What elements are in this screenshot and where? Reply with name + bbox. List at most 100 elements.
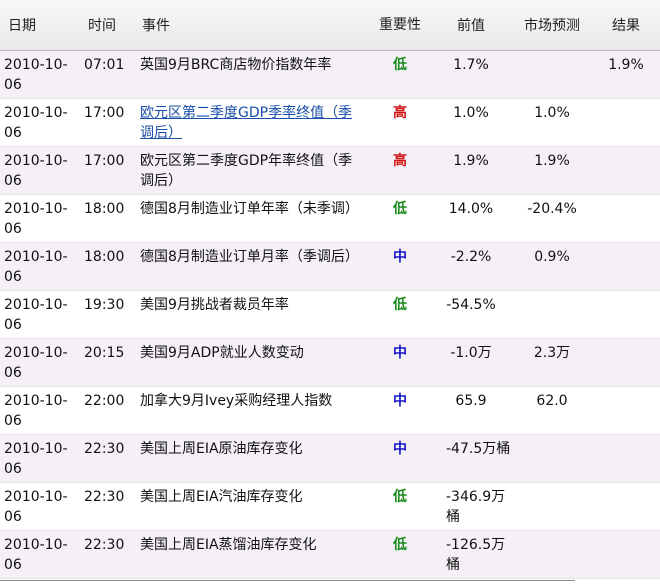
row-importance: 中	[370, 386, 430, 435]
row-time: 22:30	[78, 434, 134, 483]
row-time: 20:15	[78, 338, 134, 387]
row-forecast: 1.0%	[512, 98, 592, 147]
row-result	[592, 386, 660, 435]
row-result: 1.9%	[592, 50, 660, 99]
row-date: 2010-10-06	[0, 98, 78, 147]
row-importance: 高	[370, 98, 430, 147]
row-previous: -126.5万桶	[430, 530, 512, 579]
header-event: 事件	[134, 0, 370, 51]
row-time: 17:00	[78, 146, 134, 195]
row-time: 18:00	[78, 242, 134, 291]
table-row: 2010-10-06 22:30 美国上周EIA蒸馏油库存变化 低 -126.5万桶	[0, 530, 660, 579]
table-body: 2010-10-06 07:01 英国9月BRC商店物价指数年率低 1.7% 1.9% 2…	[0, 50, 660, 579]
header-forecast: 市场预测	[512, 0, 592, 51]
row-time: 22:00	[78, 386, 134, 435]
row-previous: -47.5万桶	[430, 434, 512, 483]
row-result	[592, 530, 660, 579]
row-result	[592, 194, 660, 243]
header-row: 日期 时间 事件 重要性 前值 市场预测 结果	[0, 0, 660, 51]
row-time: 22:30	[78, 482, 134, 531]
row-time: 17:00	[78, 98, 134, 147]
row-importance: 高	[370, 146, 430, 195]
row-forecast	[512, 482, 592, 531]
event-label: 德国8月制造业订单月率（季调后）	[140, 248, 359, 265]
row-forecast: 2.3万	[512, 338, 592, 387]
table-row: 2010-10-06 20:15 美国9月ADP就业人数变动 中 -1.0万 2.3万	[0, 338, 660, 387]
row-importance: 低	[370, 50, 430, 99]
row-forecast	[512, 50, 592, 99]
header-previous: 前值	[430, 0, 512, 51]
event-label: 美国上周EIA汽油库存变化	[140, 488, 303, 505]
table-row: 2010-10-06 22:30 美国上周EIA汽油库存变化 低 -346.9万桶	[0, 482, 660, 531]
row-result	[592, 290, 660, 339]
header-importance: 重要性	[370, 0, 430, 51]
row-previous: -1.0万	[430, 338, 512, 387]
row-importance: 低	[370, 482, 430, 531]
row-date: 2010-10-06	[0, 482, 78, 531]
row-result	[592, 434, 660, 483]
row-importance: 中	[370, 434, 430, 483]
table-row: 2010-10-06 19:30 美国9月挑战者裁员年率 低 -54.5%	[0, 290, 660, 339]
row-date: 2010-10-06	[0, 530, 78, 579]
row-forecast: 62.0	[512, 386, 592, 435]
table-bottom-divider	[0, 580, 575, 581]
row-forecast	[512, 434, 592, 483]
table-row: 2010-10-06 17:00 欧元区第二季度GDP年率终值（季调后）高 1.9% 1…	[0, 146, 660, 195]
row-importance: 中	[370, 338, 430, 387]
row-importance: 低	[370, 194, 430, 243]
row-date: 2010-10-06	[0, 242, 78, 291]
event-label: 英国9月BRC商店物价指数年率	[140, 56, 332, 73]
row-time: 18:00	[78, 194, 134, 243]
row-event: 美国上周EIA原油库存变化	[134, 434, 370, 483]
row-date: 2010-10-06	[0, 146, 78, 195]
row-date: 2010-10-06	[0, 194, 78, 243]
row-event: 美国9月ADP就业人数变动	[134, 338, 370, 387]
event-label: 美国9月挑战者裁员年率	[140, 296, 289, 313]
row-event: 美国上周EIA蒸馏油库存变化	[134, 530, 370, 579]
row-event: 美国9月挑战者裁员年率	[134, 290, 370, 339]
row-event: 德国8月制造业订单月率（季调后）	[134, 242, 370, 291]
header-result: 结果	[592, 0, 660, 51]
row-event: 美国上周EIA汽油库存变化	[134, 482, 370, 531]
row-previous: 14.0%	[430, 194, 512, 243]
economic-calendar: 日期 时间 事件 重要性 前值 市场预测 结果 2010-10-06 07:01 英…	[0, 0, 660, 588]
row-event: 德国8月制造业订单年率（未季调）	[134, 194, 370, 243]
row-event: 加拿大9月Ivey采购经理人指数	[134, 386, 370, 435]
row-time: 07:01	[78, 50, 134, 99]
table-row: 2010-10-06 07:01 英国9月BRC商店物价指数年率 低 1.7% 1.9%	[0, 50, 660, 99]
event-label: 美国上周EIA原油库存变化	[140, 440, 303, 457]
row-result	[592, 242, 660, 291]
header-date: 日期	[0, 0, 78, 51]
calendar-table: 日期 时间 事件 重要性 前值 市场预测 结果 2010-10-06 07:01 英…	[0, 0, 660, 579]
row-previous: 65.9	[430, 386, 512, 435]
row-importance: 低	[370, 530, 430, 579]
row-forecast	[512, 290, 592, 339]
table-row: 2010-10-06 22:30 美国上周EIA原油库存变化 中 -47.5万桶	[0, 434, 660, 483]
row-date: 2010-10-06	[0, 338, 78, 387]
row-result	[592, 338, 660, 387]
event-link[interactable]: 欧元区第二季度GDP季率终值（季调后）	[140, 105, 352, 141]
event-label: 德国8月制造业订单年率（未季调）	[140, 200, 359, 217]
row-importance: 低	[370, 290, 430, 339]
row-forecast	[512, 530, 592, 579]
table-row: 2010-10-06 18:00 德国8月制造业订单年率（未季调） 低 14.0% -20…	[0, 194, 660, 243]
row-previous: 1.9%	[430, 146, 512, 195]
row-result	[592, 146, 660, 195]
event-label: 美国上周EIA蒸馏油库存变化	[140, 536, 317, 553]
row-previous: -346.9万桶	[430, 482, 512, 531]
row-forecast: 0.9%	[512, 242, 592, 291]
table-row: 2010-10-06 18:00 德国8月制造业订单月率（季调后） 中 -2.2% 0.9…	[0, 242, 660, 291]
row-forecast: -20.4%	[512, 194, 592, 243]
table-row: 2010-10-06 22:00 加拿大9月Ivey采购经理人指数 中 65.9 62.0	[0, 386, 660, 435]
row-result	[592, 98, 660, 147]
row-event: 欧元区第二季度GDP年率终值（季调后）	[134, 146, 370, 195]
table-row: 2010-10-06 17:00 欧元区第二季度GDP季率终值（季调后）高 1.0% 1…	[0, 98, 660, 147]
row-time: 19:30	[78, 290, 134, 339]
row-time: 22:30	[78, 530, 134, 579]
row-event: 欧元区第二季度GDP季率终值（季调后）	[134, 98, 370, 147]
event-label: 美国9月ADP就业人数变动	[140, 344, 304, 361]
row-previous: -54.5%	[430, 290, 512, 339]
row-result	[592, 482, 660, 531]
row-importance: 中	[370, 242, 430, 291]
row-date: 2010-10-06	[0, 290, 78, 339]
